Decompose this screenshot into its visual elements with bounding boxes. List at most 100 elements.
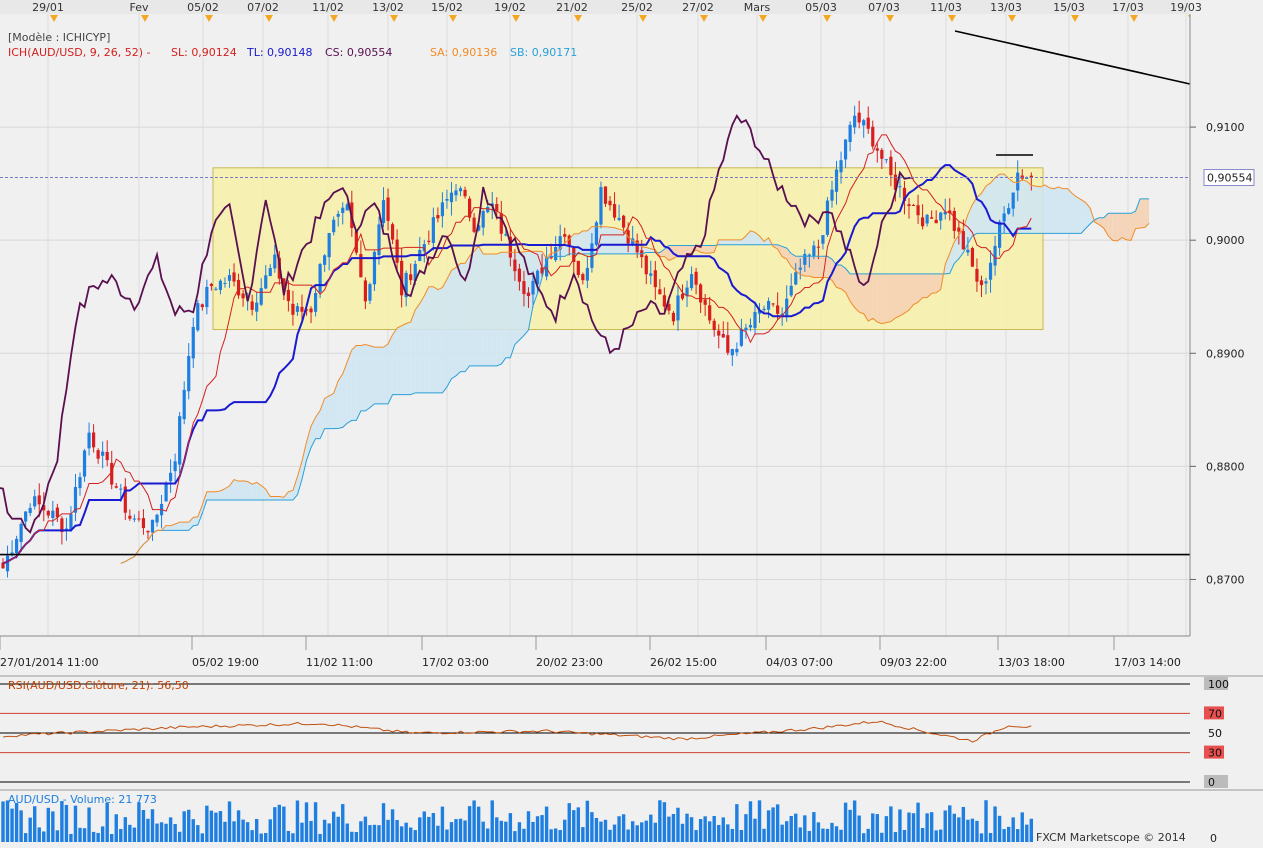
volume-bar xyxy=(128,824,132,842)
volume-bar xyxy=(399,826,404,842)
top-date-label: 07/02 xyxy=(247,1,279,14)
candle-body xyxy=(481,210,485,228)
candle-body xyxy=(150,519,155,533)
cloud-segment xyxy=(600,226,606,254)
candle-body xyxy=(209,283,213,286)
candle-body xyxy=(993,245,997,266)
candle-body xyxy=(336,213,340,217)
volume-bar xyxy=(676,807,680,842)
cloud-segment xyxy=(1044,184,1050,234)
cloud-segment xyxy=(1053,187,1059,234)
candle-body xyxy=(19,523,23,543)
candle-body xyxy=(839,160,843,173)
candle-body xyxy=(390,224,395,240)
volume-bar xyxy=(200,833,205,842)
cloud-segment xyxy=(872,273,878,323)
candle-body xyxy=(1007,208,1011,214)
volume-bar xyxy=(898,809,902,842)
volume-bar xyxy=(205,805,209,842)
candle-body xyxy=(101,451,105,456)
cloud-segment xyxy=(1063,188,1068,234)
volume-bar xyxy=(993,806,997,842)
candle-body xyxy=(241,293,245,299)
candle-body xyxy=(744,327,748,331)
volume-bar xyxy=(214,812,218,842)
candle-body xyxy=(794,272,798,285)
cloud-segment xyxy=(859,273,864,314)
volume-bar xyxy=(839,829,843,842)
volume-bar xyxy=(893,832,898,842)
volume-bar xyxy=(282,806,286,842)
volume-bar xyxy=(164,823,168,842)
cloud-segment xyxy=(1126,213,1131,241)
volume-bar xyxy=(970,818,975,842)
candle-body xyxy=(227,275,232,281)
cloud-segment xyxy=(614,227,620,254)
volume-bar xyxy=(553,828,558,842)
volume-bar xyxy=(594,818,599,842)
cloud-segment xyxy=(610,227,615,254)
cloud-segment xyxy=(1067,188,1073,234)
price-tick-label: 0,8800 xyxy=(1206,460,1245,473)
volume-bar xyxy=(803,815,807,842)
candle-body xyxy=(372,251,377,285)
volume-bar xyxy=(295,800,300,842)
top-date-label: 21/02 xyxy=(556,1,588,14)
volume-bar xyxy=(871,813,875,842)
volume-bar xyxy=(1,801,5,842)
candle-body xyxy=(318,264,322,293)
volume-bar xyxy=(517,822,522,842)
volume-bar xyxy=(331,811,336,842)
candle-body xyxy=(848,124,852,142)
volume-bar xyxy=(168,817,173,842)
volume-bar xyxy=(345,823,349,842)
candle-body xyxy=(427,240,431,242)
volume-bar xyxy=(454,819,458,842)
candle-body xyxy=(137,518,141,520)
cloud-segment xyxy=(329,393,334,429)
candle-body xyxy=(934,219,938,224)
volume-bar xyxy=(64,804,69,842)
volume-bar xyxy=(1025,824,1029,842)
candle-body xyxy=(771,303,775,305)
top-date-label: 13/02 xyxy=(372,1,404,14)
trading-chart[interactable]: 29/01 Fev 05/02 07/02 11/02 13/02 15/02 19/02 21… xyxy=(0,0,1263,845)
volume-bar xyxy=(640,822,644,842)
volume-bar xyxy=(907,812,911,842)
candle-body xyxy=(255,302,259,312)
volume-bar xyxy=(739,830,744,842)
cloud-segment xyxy=(206,491,212,501)
volume-bar xyxy=(155,823,159,842)
volume-bar xyxy=(51,811,55,842)
credit-label: FXCM Marketscope © 2014 xyxy=(1036,831,1186,844)
candle-body xyxy=(970,248,975,267)
candle-body xyxy=(51,510,55,518)
candle-body xyxy=(309,308,313,313)
candle-body xyxy=(853,115,857,128)
volume-bar xyxy=(535,816,540,842)
candle-body xyxy=(680,293,685,299)
candle-body xyxy=(386,197,390,221)
candle-body xyxy=(708,305,712,321)
cloud-segment xyxy=(841,265,846,293)
volume-bar xyxy=(241,819,245,842)
volume-title: AUD/USD - Volume: 21 773 xyxy=(8,793,157,806)
cloud-segment xyxy=(736,239,742,245)
cloud-segment xyxy=(419,295,425,393)
volume-bar xyxy=(1011,817,1015,842)
candle-body xyxy=(721,334,725,338)
candle-body xyxy=(5,555,10,572)
candle-body xyxy=(449,192,454,203)
volume-bar xyxy=(28,817,32,842)
cloud-segment xyxy=(474,246,479,366)
volume-bar xyxy=(105,803,109,842)
legend-tl: TL: 0,90148 xyxy=(246,46,313,59)
candle-body xyxy=(988,262,993,280)
cloud-segment xyxy=(1112,213,1118,241)
volume-bar xyxy=(227,801,232,842)
volume-bar xyxy=(250,830,254,842)
volume-bar xyxy=(549,829,553,842)
cloud-segment xyxy=(184,522,189,531)
volume-bar xyxy=(23,833,28,842)
candle-body xyxy=(694,271,698,285)
